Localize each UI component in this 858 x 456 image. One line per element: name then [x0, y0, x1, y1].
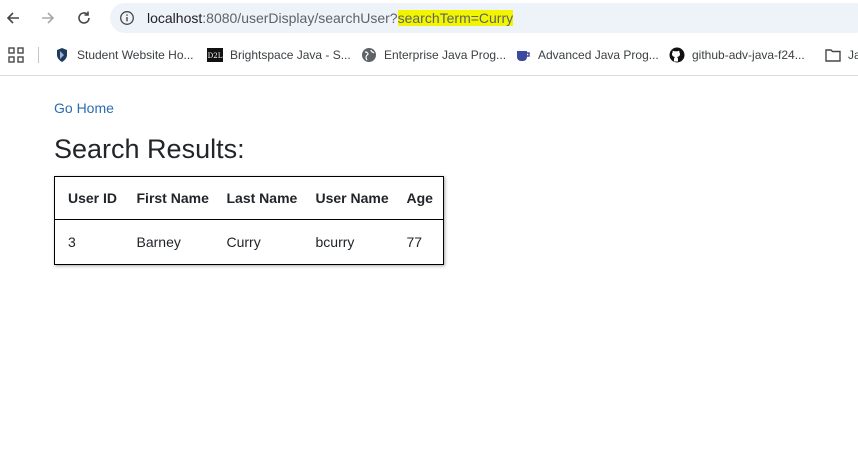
bookmarks-separator — [38, 47, 39, 63]
header-user-id: User ID — [54, 176, 124, 220]
bookmark-advanced-java[interactable]: Advanced Java Prog... — [515, 46, 659, 64]
bookmark-label: Enterprise Java Prog... — [384, 48, 507, 62]
svg-text:D2L: D2L — [208, 52, 223, 60]
header-user-name: User Name — [302, 176, 394, 220]
bookmark-label: Advanced Java Prog... — [538, 48, 659, 62]
reload-button[interactable] — [74, 8, 94, 28]
bookmark-label: github-adv-java-f24... — [692, 48, 805, 62]
header-last-name: Last Name — [213, 176, 303, 220]
mug-icon — [515, 47, 531, 63]
table-header-row: User ID First Name Last Name User Name A… — [54, 176, 444, 220]
bookmark-brightspace[interactable]: D2L Brightspace Java - S... — [207, 46, 351, 64]
page-title: Search Results: — [54, 134, 245, 164]
url-host: localhost — [147, 10, 203, 26]
bookmark-label: Brightspace Java - S... — [230, 48, 351, 62]
toolbar-divider — [0, 75, 858, 76]
bookmarks-bar: Student Website Ho... D2L Brightspace Ja… — [0, 41, 858, 69]
bookmark-student-website[interactable]: Student Website Ho... — [54, 46, 194, 64]
bookmark-label: Ja — [848, 48, 858, 62]
address-bar[interactable]: localhost:8080/userDisplay/searchUser?se… — [110, 3, 858, 33]
cell-last-name: Curry — [226, 234, 261, 250]
go-home-link[interactable]: Go Home — [54, 100, 114, 116]
url-path: :8080/userDisplay/searchUser? — [202, 10, 398, 26]
cell-first-name: Barney — [136, 234, 181, 250]
header-first-name: First Name — [123, 176, 214, 220]
globe-icon — [361, 47, 377, 63]
results-table: User ID First Name Last Name User Name A… — [54, 176, 444, 265]
apps-grid-icon[interactable] — [8, 47, 24, 63]
cell-age: 77 — [406, 234, 423, 250]
table-row: 3 Barney Curry bcurry 77 — [55, 220, 444, 265]
site-info-icon[interactable] — [119, 10, 135, 26]
forward-button[interactable] — [38, 8, 58, 28]
reload-icon — [78, 11, 90, 24]
back-button[interactable] — [3, 8, 23, 28]
bookmark-enterprise-java[interactable]: Enterprise Java Prog... — [361, 46, 506, 64]
arrow-right-icon — [42, 12, 55, 24]
bookmark-folder[interactable]: Ja — [825, 46, 858, 64]
browser-toolbar: localhost:8080/userDisplay/searchUser?se… — [0, 0, 858, 36]
cell-user-name: bcurry — [315, 234, 355, 250]
shield-bookmark-icon — [54, 47, 70, 63]
github-icon — [669, 47, 685, 63]
folder-icon — [825, 47, 841, 63]
bookmark-label: Student Website Ho... — [77, 48, 194, 62]
bookmark-github[interactable]: github-adv-java-f24... — [669, 46, 805, 64]
cell-user-id: 3 — [68, 234, 76, 250]
d2l-icon: D2L — [207, 47, 223, 63]
url-text: localhost:8080/userDisplay/searchUser?se… — [147, 10, 514, 26]
arrow-left-icon — [6, 12, 19, 24]
header-age: Age — [393, 176, 444, 220]
url-query-highlight: searchTerm=Curry — [397, 10, 514, 26]
